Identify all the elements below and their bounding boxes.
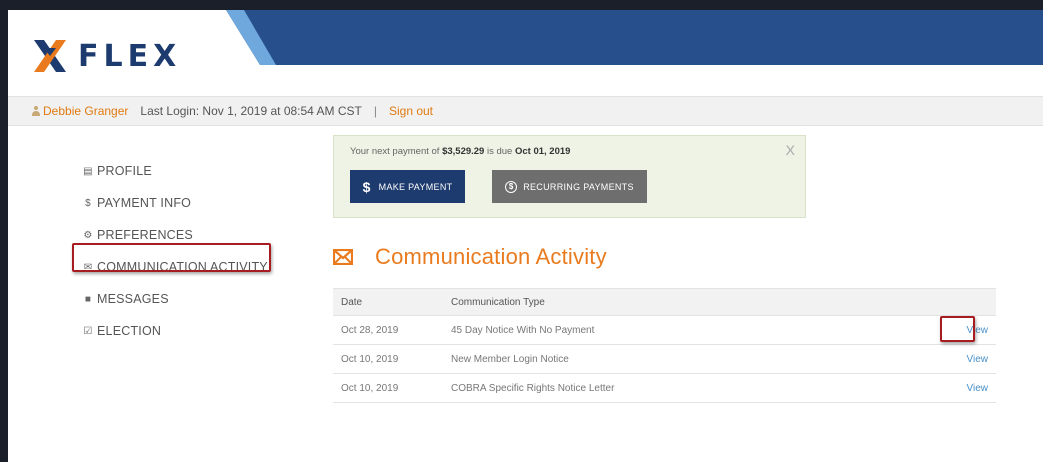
- page-title: Communication Activity: [333, 244, 607, 270]
- make-payment-button[interactable]: $ MAKE PAYMENT: [350, 170, 465, 203]
- table-row: Oct 28, 2019 45 Day Notice With No Payme…: [333, 316, 996, 345]
- row-type: New Member Login Notice: [451, 353, 569, 365]
- row-date: Oct 28, 2019: [341, 324, 399, 336]
- payment-amount: $3,529.29: [442, 146, 485, 157]
- make-payment-label: MAKE PAYMENT: [378, 181, 453, 192]
- payment-notice-text: Your next payment of $3,529.29 is due Oc…: [350, 146, 570, 157]
- sidebar-item-label: PREFERENCES: [97, 228, 193, 242]
- recurring-payments-button[interactable]: $ RECURRING PAYMENTS: [492, 170, 647, 203]
- highlight-box-view: [940, 316, 975, 342]
- flex-logo-mark-icon: [34, 40, 66, 72]
- envelope-icon: [333, 249, 353, 265]
- recurring-dollar-icon: $: [505, 180, 518, 193]
- user-icon: [32, 106, 40, 116]
- view-link[interactable]: View: [946, 383, 996, 394]
- separator: |: [373, 104, 377, 118]
- row-type: 45 Day Notice With No Payment: [451, 324, 595, 336]
- row-date: Oct 10, 2019: [341, 353, 399, 365]
- column-header-type: Communication Type: [451, 296, 545, 308]
- sidebar-item-label: ELECTION: [97, 324, 162, 338]
- sign-out-link[interactable]: Sign out: [389, 104, 433, 118]
- site-header: FLEX: [8, 10, 1043, 95]
- sidebar-item-election[interactable]: ☑ ELECTION: [82, 315, 292, 347]
- table-row: Oct 10, 2019 New Member Login Notice Vie…: [333, 345, 996, 374]
- user-name-link[interactable]: Debbie Granger: [43, 104, 128, 118]
- last-login-text: Last Login: Nov 1, 2019 at 08:54 AM CST: [140, 104, 362, 118]
- row-date: Oct 10, 2019: [341, 382, 399, 394]
- window-top-border: [0, 0, 1043, 10]
- highlight-box-communication-activity: [72, 243, 271, 272]
- sidebar-item-profile[interactable]: ▤ PROFILE: [82, 155, 292, 187]
- dollar-icon: $: [362, 178, 371, 195]
- checkbox-icon: ☑: [83, 325, 93, 337]
- logo-text: FLEX: [78, 38, 182, 74]
- sidebar-item-payment-info[interactable]: $ PAYMENT INFO: [82, 187, 292, 219]
- sidebar-item-label: PROFILE: [97, 164, 152, 178]
- view-link[interactable]: View: [946, 354, 996, 365]
- row-type: COBRA Specific Rights Notice Letter: [451, 382, 615, 394]
- table-row: Oct 10, 2019 COBRA Specific Rights Notic…: [333, 374, 996, 403]
- window-left-border: [0, 0, 8, 462]
- page-title-text: Communication Activity: [375, 244, 607, 269]
- payment-due-date: Oct 01, 2019: [514, 146, 571, 157]
- communication-table: Date Communication Type Oct 28, 2019 45 …: [333, 288, 996, 403]
- notice-prefix: Your next payment of: [350, 146, 443, 157]
- profile-card-icon: ▤: [83, 165, 93, 177]
- notice-middle: is due: [484, 146, 515, 157]
- sidebar-item-label: PAYMENT INFO: [97, 196, 192, 210]
- column-header-date: Date: [341, 296, 363, 308]
- flex-logo[interactable]: FLEX: [30, 36, 181, 76]
- chat-bubble-icon: ■: [84, 293, 92, 305]
- sidebar-item-messages[interactable]: ■ MESSAGES: [82, 283, 292, 315]
- recurring-payments-label: RECURRING PAYMENTS: [523, 181, 634, 192]
- table-header: Date Communication Type: [333, 288, 996, 316]
- dollar-icon: $: [85, 197, 91, 209]
- app-frame: FLEX Debbie Granger Last Login: Nov 1, 2…: [0, 0, 1043, 462]
- user-bar: Debbie Granger Last Login: Nov 1, 2019 a…: [8, 96, 1043, 126]
- sidebar-item-label: MESSAGES: [97, 292, 169, 306]
- sliders-icon: ⚙: [83, 229, 93, 241]
- payment-notice: Your next payment of $3,529.29 is due Oc…: [333, 135, 806, 218]
- close-notice-button[interactable]: X: [786, 142, 795, 158]
